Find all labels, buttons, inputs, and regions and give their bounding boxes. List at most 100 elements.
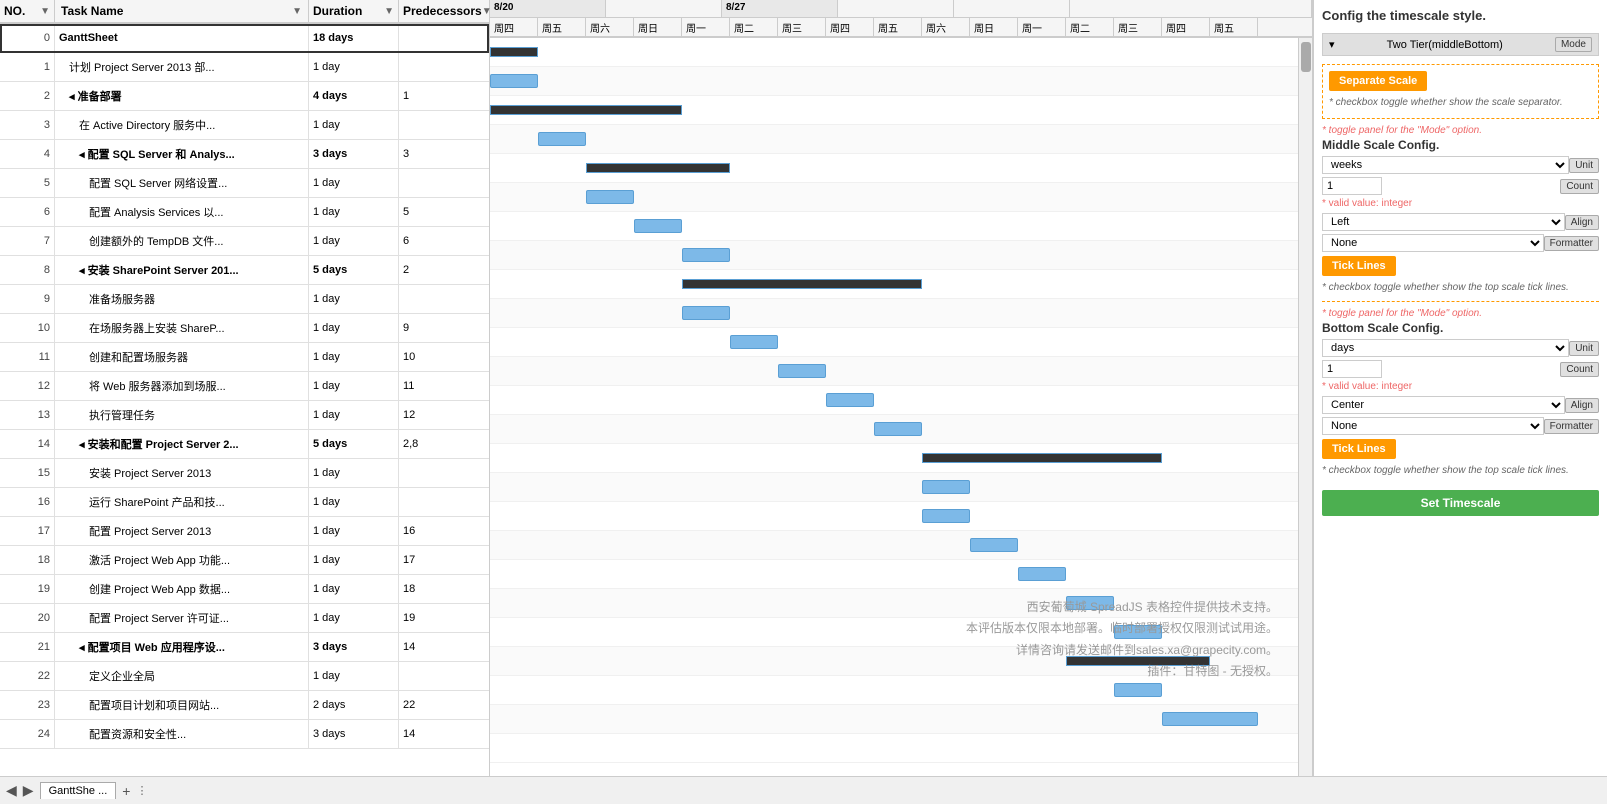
chart-row xyxy=(490,96,1298,125)
table-row[interactable]: 5 配置 SQL Server 网络设置... 1 day xyxy=(0,169,489,198)
gantt-bar[interactable] xyxy=(1114,625,1162,639)
gantt-bar[interactable] xyxy=(1066,596,1114,610)
cell-no: 8 xyxy=(0,256,55,284)
table-row[interactable]: 8 ◂ 安装 SharePoint Server 201... 5 days 2 xyxy=(0,256,489,285)
chart-row xyxy=(490,299,1298,328)
cell-no: 1 xyxy=(0,53,55,81)
gantt-bar[interactable] xyxy=(874,422,922,436)
table-row[interactable]: 11 创建和配置场服务器 1 day 10 xyxy=(0,343,489,372)
middle-unit-select[interactable]: weeks days months xyxy=(1322,156,1569,174)
table-row[interactable]: 21 ◂ 配置项目 Web 应用程序设... 3 days 14 xyxy=(0,633,489,662)
tab-ganttsheet[interactable]: GanttShe ... xyxy=(40,782,117,799)
chevron-down-icon: ▾ xyxy=(1329,38,1335,51)
cell-pred: 16 xyxy=(399,517,489,545)
table-row[interactable]: 12 将 Web 服务器添加到场服... 1 day 11 xyxy=(0,372,489,401)
table-row[interactable]: 17 配置 Project Server 2013 1 day 16 xyxy=(0,517,489,546)
gantt-bar[interactable] xyxy=(538,132,586,146)
gantt-bar[interactable] xyxy=(586,190,634,204)
table-row[interactable]: 2 ◂ 准备部署 4 days 1 xyxy=(0,82,489,111)
cell-duration: 1 day xyxy=(309,111,399,139)
cell-task: 配置 Project Server 2013 xyxy=(55,517,309,545)
bottom-count-input[interactable] xyxy=(1322,360,1382,378)
middle-align-select[interactable]: Left Center Right xyxy=(1322,213,1565,231)
table-row[interactable]: 4 ◂ 配置 SQL Server 和 Analys... 3 days 3 xyxy=(0,140,489,169)
vertical-scrollbar[interactable] xyxy=(1298,38,1312,776)
bottom-align-select[interactable]: Center Left Right xyxy=(1322,396,1565,414)
gantt-bar[interactable] xyxy=(634,219,682,233)
gantt-bar[interactable] xyxy=(922,453,1162,463)
cell-task: 创建和配置场服务器 xyxy=(55,343,309,371)
chart-body: 西安葡萄城 SpreadJS 表格控件提供技术支持。 本评估版本仅限本地部署。临… xyxy=(490,38,1298,763)
table-row[interactable]: 0 GanttSheet 18 days xyxy=(0,24,489,53)
separate-scale-button[interactable]: Separate Scale xyxy=(1329,71,1427,91)
gantt-bar[interactable] xyxy=(922,509,970,523)
bottom-formatter-select[interactable]: None xyxy=(1322,417,1544,435)
cell-duration: 1 day xyxy=(309,488,399,516)
cell-duration: 1 day xyxy=(309,343,399,371)
gantt-bar[interactable] xyxy=(970,538,1018,552)
table-row[interactable]: 10 在场服务器上安装 ShareP... 1 day 9 xyxy=(0,314,489,343)
cell-pred: 14 xyxy=(399,633,489,661)
chart-row xyxy=(490,618,1298,647)
middle-scale-section: Middle Scale Config. weeks days months U… xyxy=(1322,138,1599,293)
table-row[interactable]: 7 创建额外的 TempDB 文件... 1 day 6 xyxy=(0,227,489,256)
header-no-filter[interactable]: ▼ xyxy=(40,6,50,17)
gantt-bar[interactable] xyxy=(1066,656,1210,666)
header-duration-filter[interactable]: ▼ xyxy=(384,6,394,17)
cell-task: 计划 Project Server 2013 部... xyxy=(55,53,309,81)
gantt-bar[interactable] xyxy=(778,364,826,378)
nav-right-icon[interactable]: ▶ xyxy=(23,782,34,799)
gantt-bar[interactable] xyxy=(826,393,874,407)
tab-options-icon[interactable]: ⋮ xyxy=(136,784,147,797)
middle-formatter-select[interactable]: None xyxy=(1322,234,1544,252)
gantt-bar[interactable] xyxy=(1018,567,1066,581)
table-row[interactable]: 22 定义企业全局 1 day xyxy=(0,662,489,691)
cell-no: 0 xyxy=(0,24,55,52)
add-tab-icon[interactable]: + xyxy=(122,783,130,799)
gantt-bar[interactable] xyxy=(682,279,922,289)
cell-no: 22 xyxy=(0,662,55,690)
gantt-bar[interactable] xyxy=(682,248,730,262)
gantt-bar[interactable] xyxy=(490,74,538,88)
gantt-bar[interactable] xyxy=(922,480,970,494)
table-row[interactable]: 18 激活 Project Web App 功能... 1 day 17 xyxy=(0,546,489,575)
table-row[interactable]: 23 配置项目计划和项目网站... 2 days 22 xyxy=(0,691,489,720)
cell-duration: 1 day xyxy=(309,575,399,603)
table-row[interactable]: 9 准备场服务器 1 day xyxy=(0,285,489,314)
table-row[interactable]: 19 创建 Project Web App 数据... 1 day 18 xyxy=(0,575,489,604)
bottom-unit-select[interactable]: days weeks months xyxy=(1322,339,1569,357)
table-row[interactable]: 3 在 Active Directory 服务中... 1 day xyxy=(0,111,489,140)
table-row[interactable]: 20 配置 Project Server 许可证... 1 day 19 xyxy=(0,604,489,633)
middle-count-badge: Count xyxy=(1560,179,1599,194)
tick-lines-1-container: Tick Lines * checkbox toggle whether sho… xyxy=(1322,256,1599,293)
gantt-bar[interactable] xyxy=(490,105,682,115)
gantt-bar[interactable] xyxy=(1114,683,1162,697)
chart-row xyxy=(490,212,1298,241)
cell-task: 创建 Project Web App 数据... xyxy=(55,575,309,603)
table-row[interactable]: 14 ◂ 安装和配置 Project Server 2... 5 days 2,… xyxy=(0,430,489,459)
table-row[interactable]: 16 运行 SharePoint 产品和技... 1 day xyxy=(0,488,489,517)
set-timescale-button[interactable]: Set Timescale xyxy=(1322,490,1599,516)
nav-left-icon[interactable]: ◀ xyxy=(6,782,17,799)
bottom-formatter-badge: Formatter xyxy=(1544,419,1599,434)
gantt-bar[interactable] xyxy=(1162,712,1258,726)
table-row[interactable]: 6 配置 Analysis Services 以... 1 day 5 xyxy=(0,198,489,227)
table-row[interactable]: 1 计划 Project Server 2013 部... 1 day xyxy=(0,53,489,82)
cell-task: ◂ 安装 SharePoint Server 201... xyxy=(55,256,309,284)
cell-no: 3 xyxy=(0,111,55,139)
bottom-align-badge: Align xyxy=(1565,398,1599,413)
scroll-thumb[interactable] xyxy=(1301,42,1311,72)
table-row[interactable]: 13 执行管理任务 1 day 12 xyxy=(0,401,489,430)
tick-lines-2-button[interactable]: Tick Lines xyxy=(1322,439,1396,459)
table-row[interactable]: 15 安装 Project Server 2013 1 day xyxy=(0,459,489,488)
gantt-bar[interactable] xyxy=(730,335,778,349)
gantt-bar[interactable] xyxy=(682,306,730,320)
cell-no: 15 xyxy=(0,459,55,487)
table-row[interactable]: 24 配置资源和安全性... 3 days 14 xyxy=(0,720,489,749)
gantt-bar[interactable] xyxy=(490,47,538,57)
middle-count-input[interactable] xyxy=(1322,177,1382,195)
chart-row xyxy=(490,589,1298,618)
gantt-bar[interactable] xyxy=(586,163,730,173)
tick-lines-1-button[interactable]: Tick Lines xyxy=(1322,256,1396,276)
header-task-filter[interactable]: ▼ xyxy=(292,6,302,17)
